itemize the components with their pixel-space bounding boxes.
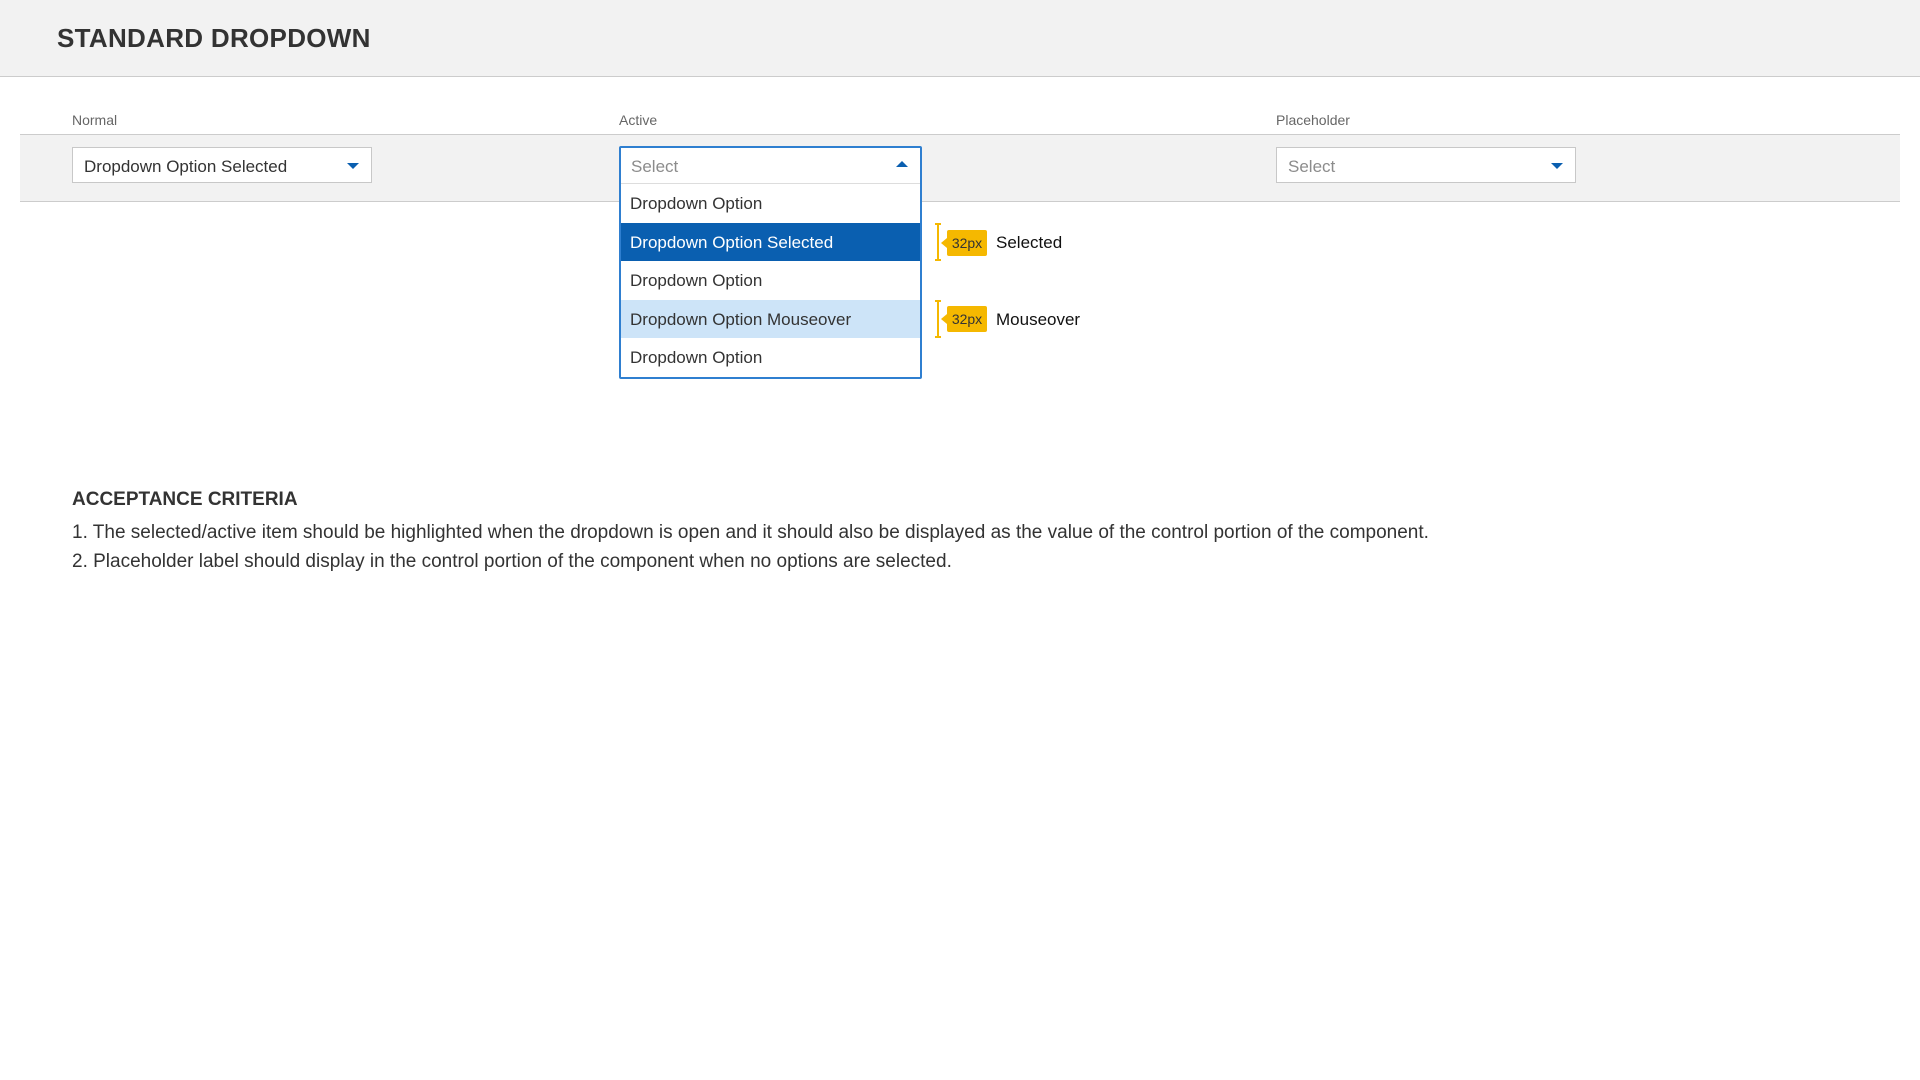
active-dropdown-placeholder: Select [631,157,679,176]
page-title: STANDARD DROPDOWN [57,23,371,53]
acceptance-criteria-item: 1. The selected/active item should be hi… [72,522,1429,543]
column-label-placeholder: Placeholder [1276,112,1350,128]
dropdown-option-label: Dropdown Option Selected [630,232,834,252]
page: STANDARD DROPDOWN Normal Active Placehol… [0,0,1920,1080]
acceptance-criteria-heading: ACCEPTANCE CRITERIA [72,489,298,510]
size-annotation-tag: 32px [941,230,987,256]
dropdown-option-selected[interactable]: Dropdown Option Selected [621,222,920,261]
dropdown-option-mouseover[interactable]: Dropdown Option Mouseover [621,299,920,338]
page-header: STANDARD DROPDOWN [0,0,1920,77]
size-annotation-tag: 32px [941,306,987,332]
column-label-active: Active [619,112,658,128]
dropdown-option-label: Dropdown Option [630,194,763,213]
dropdown-option-label: Dropdown Option [630,271,763,290]
acceptance-criteria-item: 2. Placeholder label should display in t… [72,551,952,572]
normal-dropdown[interactable]: Dropdown Option Selected [72,147,372,183]
active-dropdown-control[interactable]: Select [621,148,920,184]
placeholder-dropdown-text: Select [1288,157,1336,176]
annotation-label-mouseover: Mouseover [996,310,1081,329]
dropdown-option-label: Dropdown Option [630,348,763,367]
caret-up-icon [896,161,908,167]
dropdown-option-default[interactable]: Dropdown Option [621,338,920,377]
placeholder-dropdown[interactable]: Select [1276,147,1576,183]
caret-down-icon [347,163,359,169]
caret-down-icon [1551,163,1563,169]
active-dropdown[interactable]: Select Dropdown Option Dropdown Option Se… [619,146,922,379]
dropdown-option-label: Dropdown Option Mouseover [630,309,852,329]
normal-dropdown-value: Dropdown Option Selected [84,157,288,176]
annotation-label-selected: Selected [996,233,1063,252]
column-label-normal: Normal [72,112,118,128]
dropdown-option-default[interactable]: Dropdown Option [621,261,920,300]
dropdown-option-default[interactable]: Dropdown Option [621,184,920,223]
dropdown-option-list: Dropdown Option Dropdown Option Selected D… [621,184,920,377]
